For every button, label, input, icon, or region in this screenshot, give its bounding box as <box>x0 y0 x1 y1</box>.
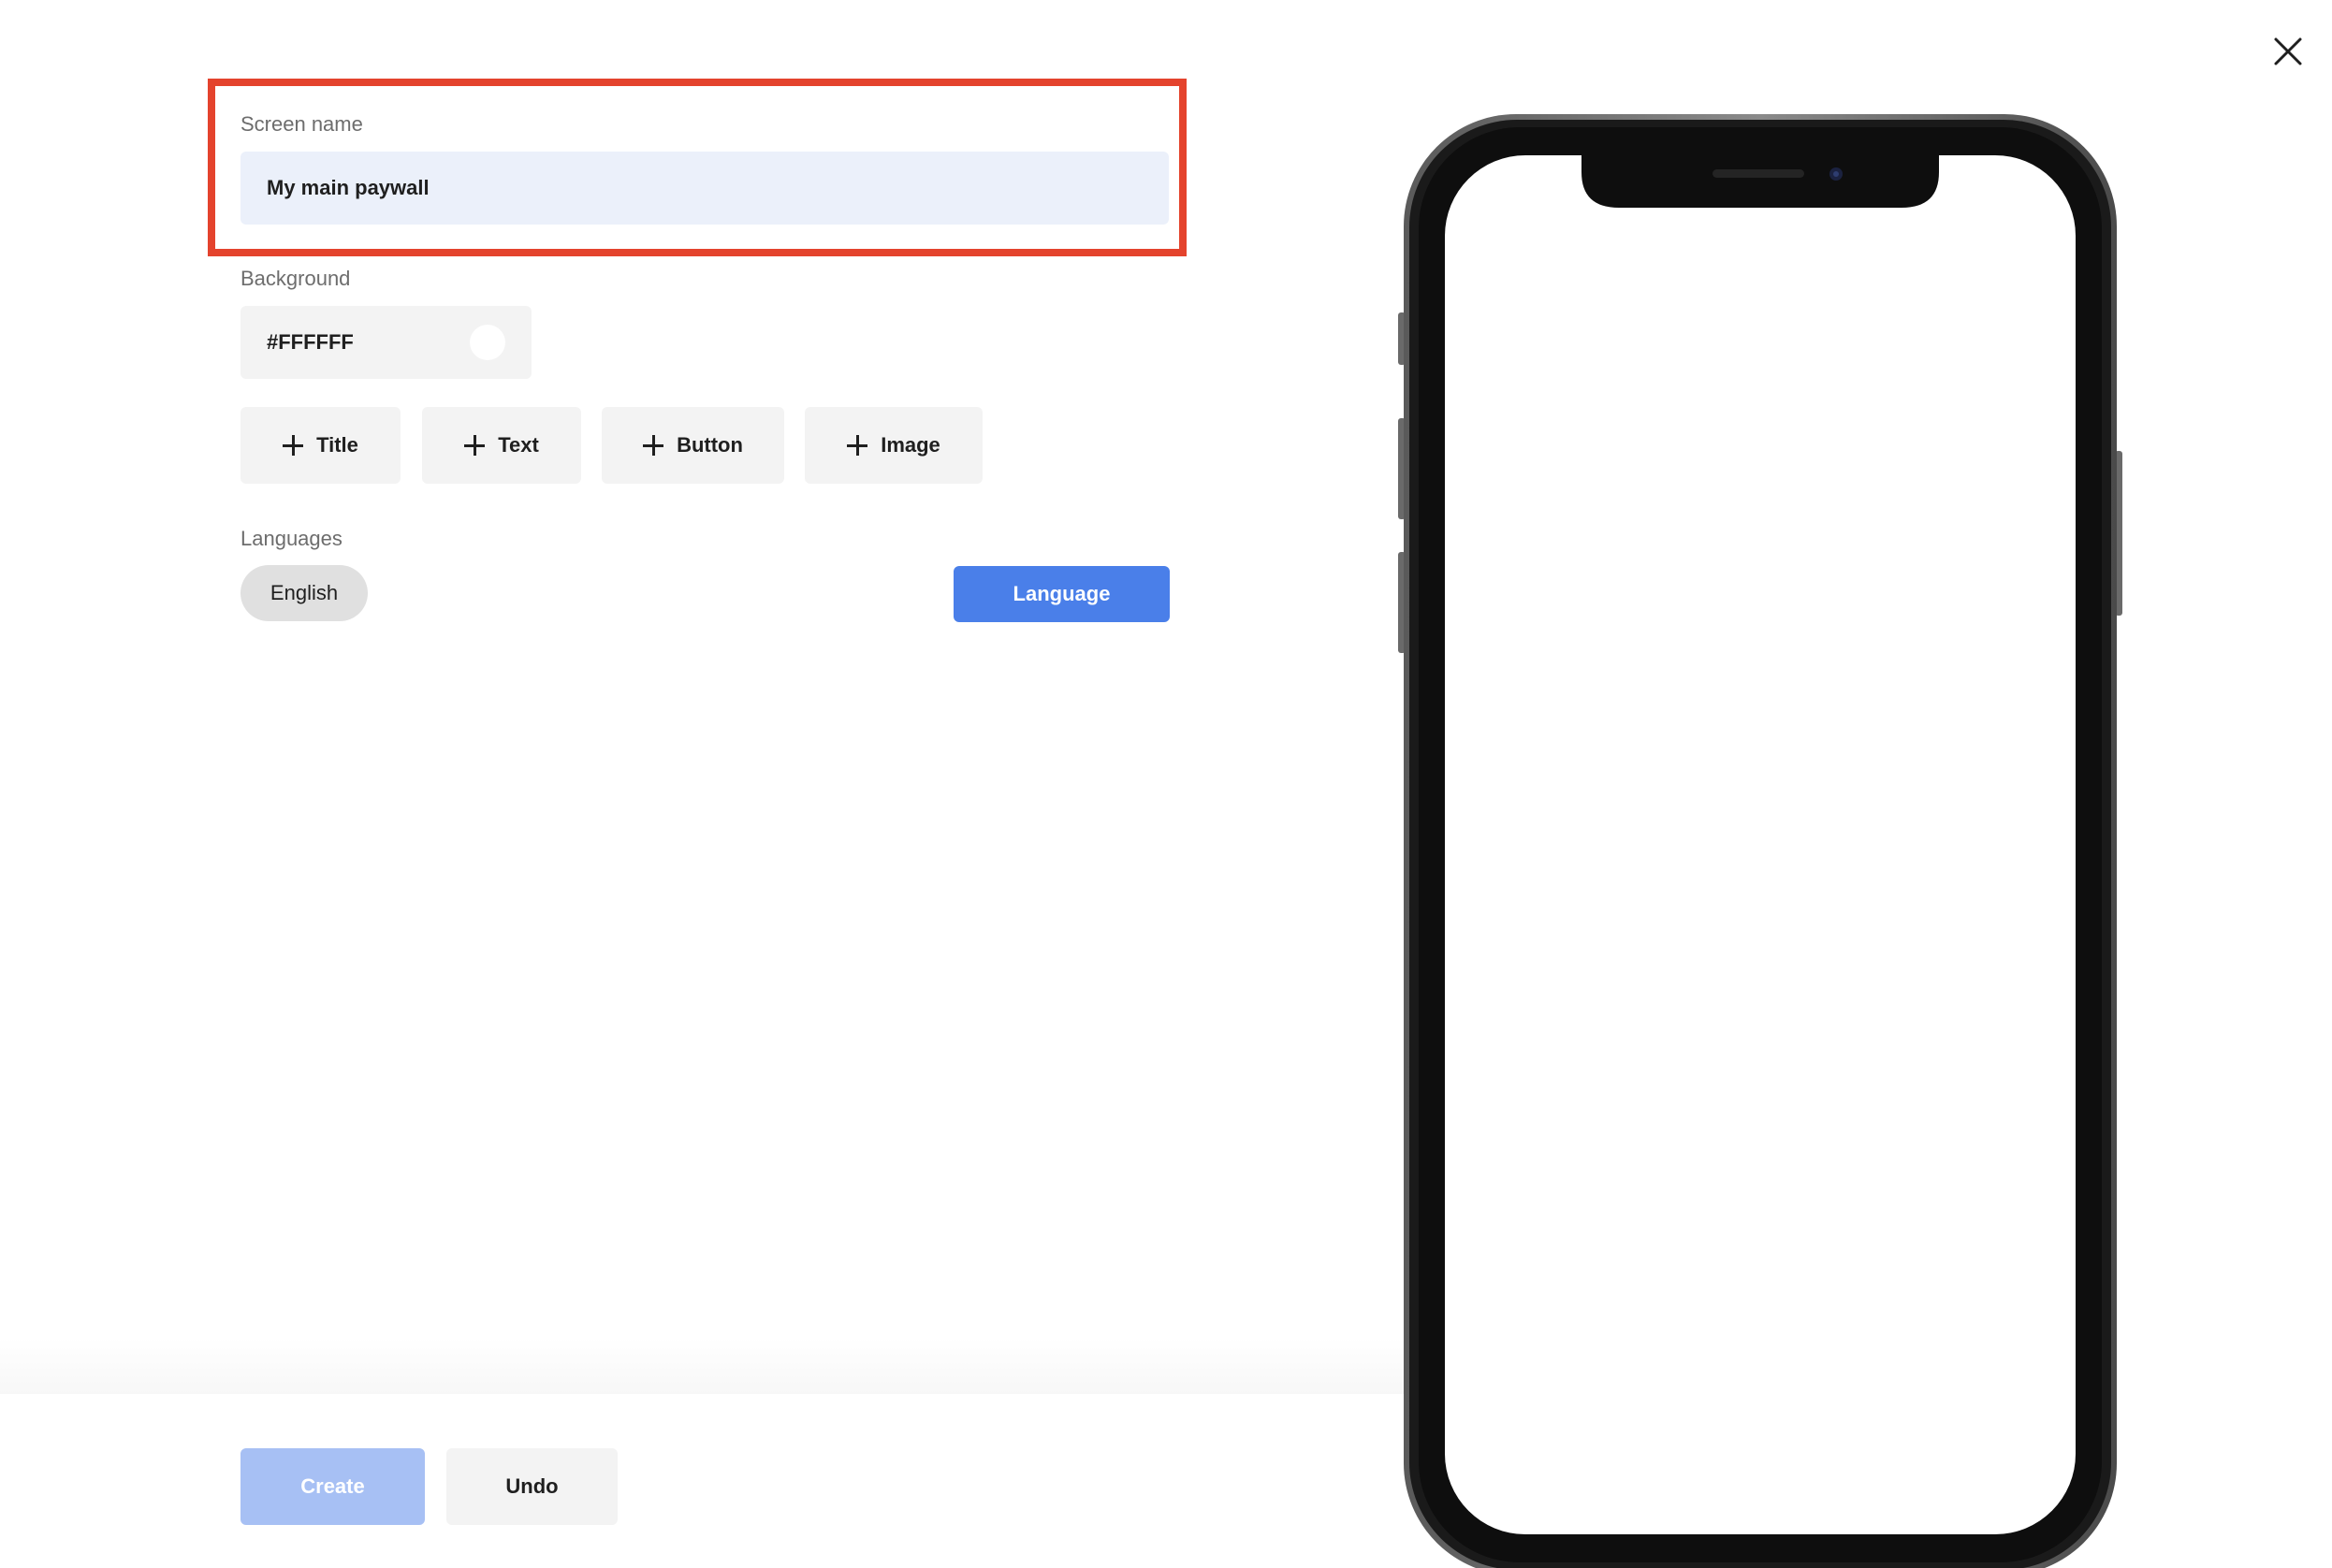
footer-divider <box>0 1338 1404 1394</box>
phone-mockup <box>1398 114 2122 1568</box>
plus-icon <box>283 435 304 456</box>
add-image-button[interactable]: Image <box>805 407 983 484</box>
close-icon <box>2274 37 2302 65</box>
plus-icon <box>643 435 664 456</box>
screen-editor-page: Screen name My main paywall Background #… <box>0 0 2332 1568</box>
languages-label: Languages <box>240 527 343 550</box>
color-swatch[interactable] <box>470 325 505 360</box>
add-language-label: Language <box>1013 582 1111 605</box>
add-button-button[interactable]: Button <box>602 407 784 484</box>
add-button-label: Button <box>677 433 743 457</box>
undo-button[interactable]: Undo <box>446 1448 618 1525</box>
close-button[interactable] <box>2265 28 2311 75</box>
plus-icon <box>464 435 486 456</box>
plus-icon <box>847 435 868 456</box>
background-label: Background <box>240 267 351 290</box>
add-image-label: Image <box>881 433 940 457</box>
create-label: Create <box>300 1474 365 1498</box>
phone-preview <box>1398 114 2122 1568</box>
add-text-label: Text <box>498 433 539 457</box>
add-language-button[interactable]: Language <box>954 566 1170 622</box>
screen-name-value: My main paywall <box>267 176 430 199</box>
add-title-button[interactable]: Title <box>240 407 401 484</box>
footer-bar <box>0 1394 1404 1568</box>
background-color-input[interactable]: #FFFFFF <box>240 306 532 379</box>
language-chip-label: English <box>270 581 339 604</box>
background-color-value: #FFFFFF <box>267 330 354 354</box>
add-title-label: Title <box>316 433 358 457</box>
screen-name-label: Screen name <box>240 112 363 136</box>
screen-name-input[interactable]: My main paywall <box>240 152 1169 225</box>
language-chip-english[interactable]: English <box>240 565 368 621</box>
create-button[interactable]: Create <box>240 1448 425 1525</box>
add-text-button[interactable]: Text <box>422 407 581 484</box>
undo-label: Undo <box>505 1474 559 1498</box>
